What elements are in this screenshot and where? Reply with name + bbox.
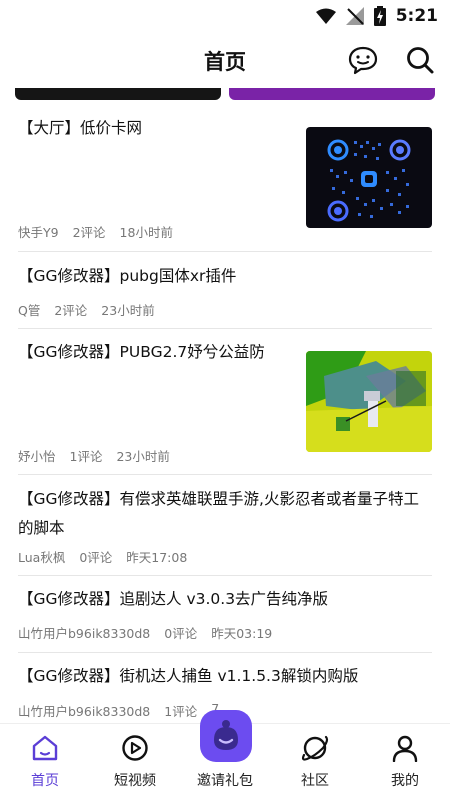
post-meta: 快手Y9 2评论 18小时前: [18, 222, 173, 241]
post-meta: Q管 2评论 23小时前: [18, 300, 155, 319]
play-circle-icon: [122, 735, 148, 761]
post-title: 【GG修改器】pubg国体xr插件: [18, 267, 237, 285]
status-time: 5:21: [395, 6, 438, 26]
app-header: 首页: [0, 34, 450, 88]
post-author[interactable]: Lua秋枫: [18, 547, 65, 566]
post-title: 【GG修改器】PUBG2.7妤兮公益防: [18, 343, 265, 361]
post-comment-count: 2评论: [54, 303, 88, 318]
nav-short-video[interactable]: 短视频: [90, 724, 180, 800]
post-item[interactable]: 【大厅】低价卡网 快手Y9 2评论 18小时前: [18, 100, 432, 252]
post-meta: Lua秋枫 0评论 昨天17:08: [18, 547, 187, 566]
nav-mine[interactable]: 我的: [360, 724, 450, 800]
post-comment-count: 1评论: [69, 449, 103, 464]
post-thumbnail-qr-code: [306, 127, 432, 228]
post-author[interactable]: Q管: [18, 300, 40, 319]
bottom-nav: 首页 短视频 邀请礼包 社区 我的: [0, 710, 450, 800]
post-time: 昨天03:19: [211, 626, 273, 641]
wifi-icon: [315, 8, 336, 24]
post-title: 【GG修改器】追剧达人 v3.0.3去广告纯净版: [18, 590, 329, 608]
post-time: 昨天17:08: [126, 550, 188, 565]
post-thumbnail-game-screenshot: [306, 351, 432, 452]
battery-charging-icon: [373, 6, 386, 26]
post-meta: 山竹用户b96ik8330d8 0评论 昨天03:19: [18, 623, 272, 642]
nav-invite-label: 邀请礼包: [197, 773, 253, 789]
nav-home[interactable]: 首页: [0, 724, 90, 800]
post-author[interactable]: 快手Y9: [18, 222, 59, 241]
chat-bubble-icon[interactable]: [347, 45, 379, 75]
status-bar: 5:21: [0, 0, 450, 34]
post-author[interactable]: 山竹用户b96ik8330d8: [18, 623, 150, 642]
post-title: 【GG修改器】有偿求英雄联盟手游,火影忍者或者量子特工的脚本: [18, 490, 419, 537]
nav-home-label: 首页: [31, 773, 59, 789]
banner-card-right[interactable]: [229, 88, 435, 100]
user-icon: [392, 735, 418, 762]
post-time: 23小时前: [116, 449, 170, 464]
no-signal-icon: [345, 7, 364, 25]
nav-community-label: 社区: [301, 773, 329, 789]
nav-mine-label: 我的: [391, 773, 419, 789]
post-item[interactable]: 【GG修改器】有偿求英雄联盟手游,火影忍者或者量子特工的脚本 Lua秋枫 0评论…: [18, 475, 432, 576]
post-item[interactable]: 【GG修改器】pubg国体xr插件 Q管 2评论 23小时前: [18, 252, 432, 329]
search-icon[interactable]: [405, 45, 435, 75]
page-title: 首页: [204, 50, 246, 74]
post-feed[interactable]: 【大厅】低价卡网 快手Y9 2评论 18小时前 【GG修改器】pubg国体xr插…: [18, 100, 432, 723]
post-comment-count: 1评论: [164, 704, 198, 719]
post-author[interactable]: 妤小怡: [18, 446, 56, 465]
post-comment-count: 2评论: [72, 225, 106, 240]
status-icons: 5:21: [315, 6, 438, 26]
banner-card-left[interactable]: [15, 88, 221, 100]
invite-gift-icon: [200, 710, 252, 762]
post-comment-count: 0评论: [79, 550, 113, 565]
nav-community[interactable]: 社区: [270, 724, 360, 800]
post-author[interactable]: 山竹用户b96ik8330d8: [18, 701, 150, 720]
post-time: 18小时前: [119, 225, 173, 240]
post-meta: 山竹用户b96ik8330d8 1评论 7: [18, 701, 219, 720]
post-item[interactable]: 【GG修改器】PUBG2.7妤兮公益防 妤小怡 1评论 23小时前: [18, 329, 432, 475]
home-icon: [32, 735, 58, 761]
nav-invite[interactable]: 邀请礼包: [180, 710, 270, 800]
post-item[interactable]: 【GG修改器】追剧达人 v3.0.3去广告纯净版 山竹用户b96ik8330d8…: [18, 576, 432, 653]
post-comment-count: 0评论: [164, 626, 198, 641]
post-time: 23小时前: [101, 303, 155, 318]
post-title: 【大厅】低价卡网: [18, 119, 143, 137]
post-meta: 妤小怡 1评论 23小时前: [18, 446, 170, 465]
nav-short-video-label: 短视频: [114, 773, 156, 789]
post-title: 【GG修改器】街机达人捕鱼 v1.1.5.3解锁内购版: [18, 667, 359, 685]
planet-icon: [301, 735, 329, 761]
